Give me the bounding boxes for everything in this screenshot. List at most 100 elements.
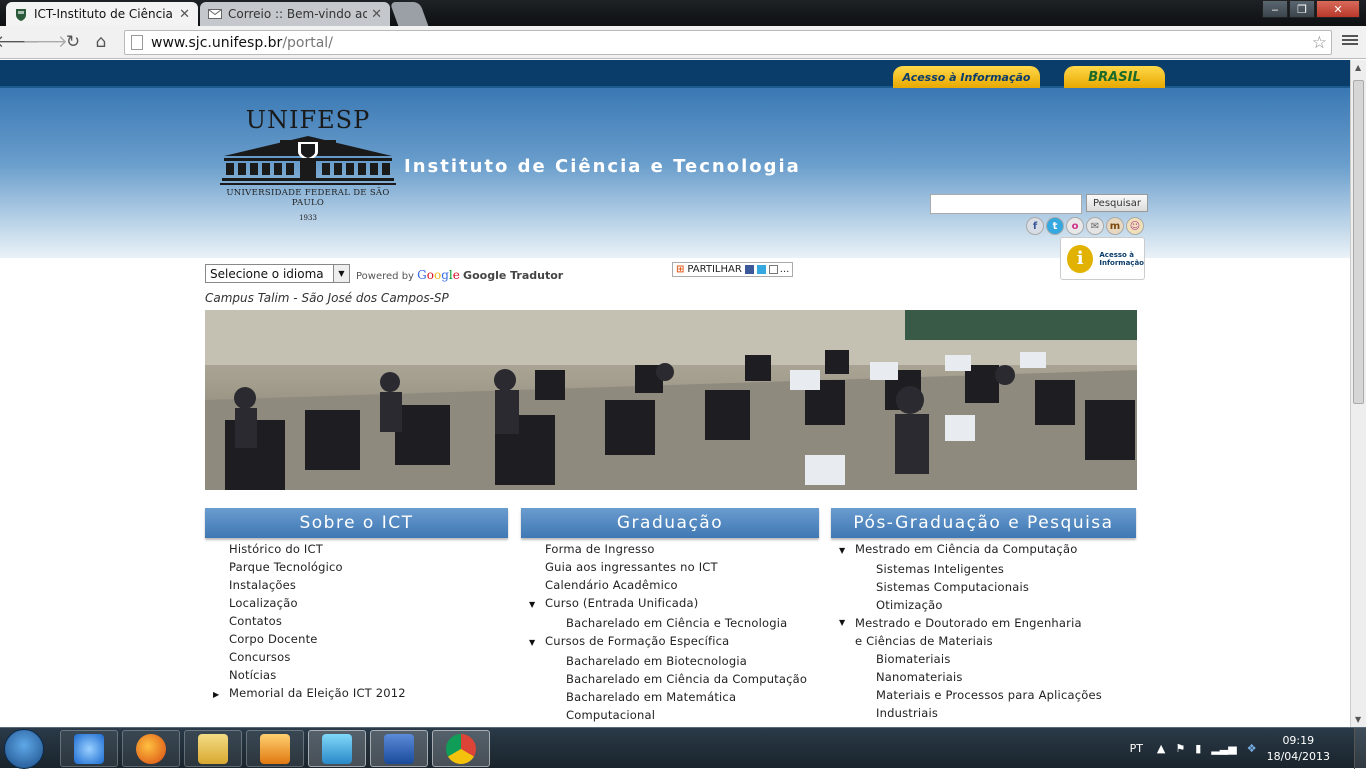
- translator-link[interactable]: Google Tradutor: [463, 269, 563, 282]
- scroll-up-icon[interactable]: ▲: [1355, 63, 1361, 72]
- col-heading-pos[interactable]: Pós-Graduação e Pesquisa: [831, 508, 1136, 538]
- dropbox-icon[interactable]: ❖: [1247, 742, 1257, 755]
- tab-close-icon[interactable]: ✕: [371, 7, 382, 22]
- scrollbar-thumb[interactable]: [1353, 80, 1364, 404]
- menu-subitem[interactable]: Bacharelado em Biotecnologia: [529, 652, 819, 670]
- menu-subitem[interactable]: Bacharelado em Ciência da Computação: [529, 670, 819, 688]
- main-content: Selecione o idioma ▼ Powered by Google G…: [205, 258, 1140, 724]
- menu-item[interactable]: ▼ Mestrado em Ciência da Computação: [839, 540, 1136, 560]
- unifesp-logo[interactable]: UNIFESP UNIVERSIDADE FEDERAL DE SÃO PAUL…: [220, 106, 396, 222]
- url-path: /portal/: [282, 34, 333, 51]
- start-button[interactable]: [4, 729, 44, 769]
- media-player-icon[interactable]: [246, 730, 304, 767]
- tab-correio[interactable]: Correio :: Bem-vindo ao H ✕: [200, 2, 390, 26]
- facebook-share-icon[interactable]: [744, 265, 754, 274]
- menu-item[interactable]: Guia aos ingressantes no ICT: [529, 558, 819, 576]
- menu-item[interactable]: Notícias: [213, 666, 508, 684]
- logo-name: UNIFESP: [245, 106, 371, 134]
- language-select[interactable]: Selecione o idioma ▼: [205, 264, 350, 283]
- firefox-icon[interactable]: [122, 730, 180, 767]
- messenger-icon[interactable]: [308, 730, 366, 767]
- power-icon[interactable]: ▮: [1195, 742, 1201, 755]
- menu-item[interactable]: ▼ Cursos de Formação Específica: [529, 632, 819, 652]
- access-info-link[interactable]: Acesso à Informação: [893, 66, 1040, 88]
- scroll-down-icon[interactable]: ▼: [1355, 715, 1361, 724]
- menu-item[interactable]: ▼ Curso (Entrada Unificada): [529, 594, 819, 614]
- twitter-icon[interactable]: t: [1046, 217, 1064, 235]
- internet-explorer-icon[interactable]: [60, 730, 118, 767]
- menu-item[interactable]: Calendário Acadêmico: [529, 576, 819, 594]
- menu-subitem[interactable]: Biomateriais: [839, 650, 1136, 668]
- campus-label: Campus Talim - São José dos Campos-SP: [205, 291, 449, 305]
- mail-icon: [208, 7, 222, 21]
- menu-subitem[interactable]: Sistemas Computacionais: [839, 578, 1136, 596]
- menu-item[interactable]: Parque Tecnológico: [213, 558, 508, 576]
- menu-item[interactable]: Histórico do ICT: [213, 540, 508, 558]
- email-icon[interactable]: ✉: [1086, 217, 1104, 235]
- network-icon[interactable]: ▂▃▅: [1211, 742, 1236, 755]
- triangle-down-icon[interactable]: ▼: [839, 614, 855, 650]
- address-bar[interactable]: www.sjc.unifesp.br/portal/ ☆: [124, 30, 1332, 55]
- menu-item[interactable]: Localização: [213, 594, 508, 612]
- triangle-down-icon[interactable]: ▼: [839, 542, 855, 560]
- reload-icon[interactable]: ↻: [59, 28, 87, 56]
- triangle-right-icon[interactable]: ▶: [213, 686, 229, 704]
- brasil-link[interactable]: BRASIL: [1064, 66, 1165, 88]
- menu-item[interactable]: Forma de Ingresso: [529, 540, 819, 558]
- menu-item[interactable]: Instalações: [213, 576, 508, 594]
- site-title[interactable]: Instituto de Ciência e Tecnologia: [404, 156, 801, 177]
- bookmark-star-icon[interactable]: ☆: [1312, 33, 1327, 53]
- facebook-icon[interactable]: f: [1026, 217, 1044, 235]
- maximize-button[interactable]: ❐: [1289, 0, 1315, 18]
- menu-item[interactable]: Corpo Docente: [213, 630, 508, 648]
- minimize-button[interactable]: ‒: [1262, 0, 1288, 18]
- share-label: PARTILHAR: [687, 264, 742, 275]
- clock-time: 09:19: [1282, 733, 1315, 747]
- menu-item[interactable]: Contatos: [213, 612, 508, 630]
- page-scrollbar[interactable]: ▲ ▼: [1350, 60, 1366, 727]
- show-desktop-button[interactable]: [1354, 728, 1366, 769]
- triangle-down-icon[interactable]: ▼: [529, 634, 545, 652]
- menu-subitem[interactable]: Sistemas Inteligentes: [839, 560, 1136, 578]
- search-input[interactable]: [930, 194, 1082, 214]
- browser-titlebar: ICT-Instituto de Ciência e ✕ Correio :: …: [0, 0, 1366, 26]
- language-select-value: Selecione o idioma: [210, 266, 324, 281]
- chrome-menu-icon[interactable]: [1342, 33, 1358, 47]
- col-heading-graduacao[interactable]: Graduação: [521, 508, 819, 538]
- triangle-down-icon[interactable]: ▼: [529, 596, 545, 614]
- multiply-icon[interactable]: m: [1106, 217, 1124, 235]
- action-center-icon[interactable]: ⚑: [1175, 742, 1185, 755]
- menu-subitem[interactable]: Bacharelado em Ciência e Tecnologia: [529, 614, 819, 632]
- menu-subitem[interactable]: Bacharelado em Matemática Computacional: [529, 688, 789, 724]
- language-indicator[interactable]: PT: [1130, 742, 1143, 755]
- menu-subitem[interactable]: Materiais e Processos para Aplicações In…: [839, 686, 1136, 722]
- orkut-icon[interactable]: o: [1066, 217, 1084, 235]
- more-share-label[interactable]: ...: [780, 264, 790, 275]
- search-button[interactable]: Pesquisar: [1086, 194, 1148, 212]
- menu-subitem[interactable]: Nanomateriais: [839, 668, 1136, 686]
- menu-item[interactable]: ▶ Memorial da Eleição ICT 2012: [213, 684, 508, 704]
- tab-close-icon[interactable]: ✕: [179, 7, 190, 22]
- chrome-icon[interactable]: [432, 730, 490, 767]
- forward-arrow-icon[interactable]: 🡒: [22, 28, 68, 56]
- email-share-icon[interactable]: [768, 265, 778, 274]
- col-heading-sobre[interactable]: Sobre o ICT: [205, 508, 508, 538]
- new-tab-button[interactable]: [389, 2, 429, 26]
- tray-expand-icon[interactable]: ▲: [1157, 742, 1165, 755]
- word-icon[interactable]: [370, 730, 428, 767]
- menu-sobre: Histórico do ICT Parque Tecnológico Inst…: [205, 540, 508, 704]
- menu-subitem[interactable]: Otimização: [839, 596, 1136, 614]
- home-icon[interactable]: ⌂: [87, 28, 115, 56]
- file-explorer-icon[interactable]: [184, 730, 242, 767]
- share-button[interactable]: ⊞ PARTILHAR ...: [672, 262, 794, 277]
- menu-item[interactable]: Concursos: [213, 648, 508, 666]
- flickr-icon[interactable]: ☺: [1126, 217, 1144, 235]
- clock[interactable]: 09:19 18/04/2013: [1267, 733, 1330, 765]
- menu-graduacao: Forma de Ingresso Guia aos ingressantes …: [521, 540, 819, 724]
- page-icon: [131, 35, 143, 50]
- twitter-share-icon[interactable]: [756, 265, 766, 274]
- plus-icon: ⊞: [676, 264, 685, 275]
- close-button[interactable]: ✕: [1316, 0, 1360, 18]
- menu-item[interactable]: ▼ Mestrado e Doutorado em Engenharia e Ci…: [839, 614, 1136, 650]
- tab-ict[interactable]: ICT-Instituto de Ciência e ✕: [6, 2, 198, 26]
